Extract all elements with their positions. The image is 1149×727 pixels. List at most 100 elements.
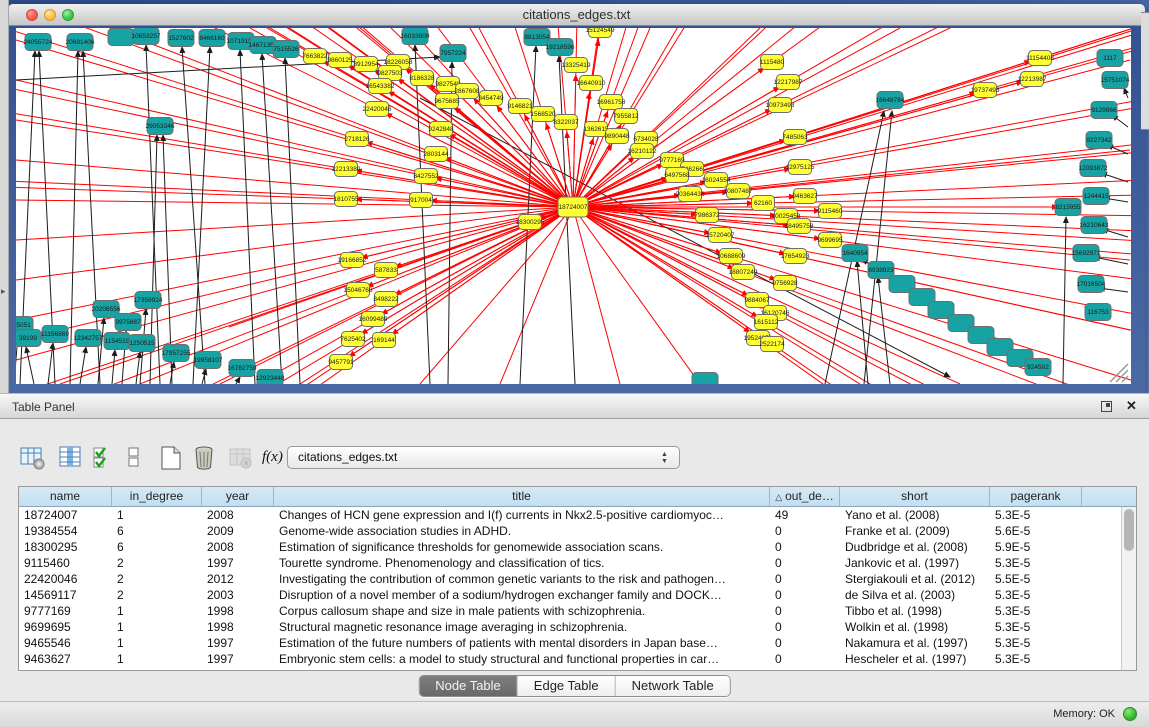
svg-text:18226058: 18226058	[384, 59, 413, 66]
svg-text:15751074: 15751074	[1101, 77, 1130, 84]
table-panel-body: f(x) citations_edges.txt ▲▼ namein_degre…	[0, 419, 1149, 727]
delete-column-button[interactable]	[192, 445, 218, 471]
svg-text:8498222: 8498222	[373, 296, 399, 303]
table-row[interactable]: 946362711997Embryonic stem cells: a mode…	[19, 651, 1121, 667]
column-header[interactable]: in_degree	[112, 487, 202, 506]
table-row[interactable]: 1456911722003Disruption of a novel membe…	[19, 587, 1121, 603]
show-columns-button[interactable]	[58, 445, 84, 471]
column-header[interactable]: short	[840, 487, 990, 506]
table-toolbar: f(x) citations_edges.txt ▲▼	[0, 445, 1149, 475]
column-header[interactable]: △out_de…	[770, 487, 840, 506]
close-panel-icon[interactable]: ✕	[1126, 398, 1137, 414]
table-row[interactable]: 1872400712008Changes of HCN gene express…	[19, 507, 1121, 523]
vertical-scrollbar[interactable]	[1121, 507, 1136, 670]
table-cell: Estimation of the future numbers of pati…	[274, 635, 770, 651]
delete-table-button[interactable]	[228, 445, 254, 471]
table-mode-button[interactable]	[20, 445, 46, 471]
tab-node-table[interactable]: Node Table	[419, 676, 518, 696]
network-graph[interactable]: 2405572420691406106532571527602846616010…	[16, 28, 1131, 384]
table-cell: Corpus callosum shape and size in male p…	[274, 603, 770, 619]
table-row[interactable]: 977716911998Corpus callosum shape and si…	[19, 603, 1121, 619]
svg-text:10653257: 10653257	[132, 33, 161, 40]
table-cell: 5.3E-5	[990, 619, 1082, 635]
table-select-dropdown[interactable]: citations_edges.txt ▲▼	[287, 446, 680, 469]
svg-text:16210643: 16210643	[1080, 222, 1109, 229]
column-header[interactable]: name	[19, 487, 112, 506]
table-cell: 1998	[202, 619, 274, 635]
svg-text:16210122: 16210122	[628, 148, 657, 155]
table-row[interactable]: 1830029562008Estimation of significance …	[19, 539, 1121, 555]
table-cell: 1997	[202, 635, 274, 651]
table-cell: 5.3E-5	[990, 587, 1082, 603]
svg-text:24055724: 24055724	[24, 39, 53, 46]
svg-text:1527602: 1527602	[168, 35, 194, 42]
table-cell: 1	[112, 603, 202, 619]
svg-text:1117: 1117	[1103, 55, 1117, 62]
svg-text:15720407: 15720407	[706, 232, 735, 239]
svg-text:2867608: 2867608	[454, 88, 480, 95]
svg-text:835051: 835051	[16, 322, 31, 329]
svg-text:9884067: 9884067	[744, 297, 770, 304]
memory-ok-icon[interactable]	[1123, 707, 1137, 721]
svg-text:7625402: 7625402	[340, 336, 366, 343]
column-header[interactable]: year	[202, 487, 274, 506]
svg-text:8912954: 8912954	[353, 61, 379, 68]
tab-edge-table[interactable]: Edge Table	[518, 676, 616, 696]
svg-text:18724007: 18724007	[559, 204, 588, 211]
table-cell: 5.9E-5	[990, 539, 1082, 555]
scrollbar-thumb[interactable]	[1124, 509, 1134, 551]
table-row[interactable]: 911546021997Tourette syndrome. Phenomeno…	[19, 555, 1121, 571]
svg-text:6497568: 6497568	[664, 172, 690, 179]
svg-text:16961758: 16961758	[597, 99, 626, 106]
svg-text:9463627: 9463627	[792, 193, 818, 200]
graph-node[interactable]	[108, 29, 134, 46]
table-cell: 5.3E-5	[990, 555, 1082, 571]
svg-text:1615112: 1615112	[754, 319, 779, 326]
function-builder-button[interactable]: f(x)	[262, 445, 288, 471]
create-column-button[interactable]	[158, 445, 184, 471]
table-row[interactable]: 2242004622012Investigating the contribut…	[19, 571, 1121, 587]
graph-node[interactable]	[692, 373, 718, 385]
svg-text:16033809: 16033809	[401, 33, 430, 40]
table-row[interactable]: 1938455462009Genome-wide association stu…	[19, 523, 1121, 539]
svg-text:8322037: 8322037	[553, 119, 579, 126]
svg-text:9129966: 9129966	[1091, 107, 1117, 114]
table-cell: 1	[112, 651, 202, 667]
svg-text:8215955: 8215955	[1055, 204, 1081, 211]
desktop-background: citations_edges.txt 24055724206914061065…	[0, 0, 1149, 393]
unselect-all-columns-button[interactable]	[122, 445, 148, 471]
table-row[interactable]: 969969511998Structural magnetic resonanc…	[19, 619, 1121, 635]
table-cell: 9699695	[19, 619, 112, 635]
svg-text:15692971: 15692971	[1072, 250, 1101, 257]
table-cell: 0	[770, 619, 840, 635]
select-all-columns-button[interactable]	[92, 445, 118, 471]
sort-ascending-icon: △	[775, 492, 782, 502]
network-canvas[interactable]: 2405572420691406106532571527602846616010…	[16, 28, 1131, 384]
svg-text:116753: 116753	[1087, 309, 1109, 316]
table-cell: 0	[770, 539, 840, 555]
table-cell: Structural magnetic resonance image aver…	[274, 619, 770, 635]
table-cell: 2008	[202, 507, 274, 523]
tab-network-table[interactable]: Network Table	[616, 676, 730, 696]
column-header[interactable]: title	[274, 487, 770, 506]
svg-text:11154408: 11154408	[1026, 55, 1054, 62]
svg-text:12923448: 12923448	[256, 375, 285, 382]
svg-text:9675685: 9675685	[434, 98, 460, 105]
network-view-window: citations_edges.txt 24055724206914061065…	[8, 4, 1145, 393]
table-cell: Jankovic et al. (1997)	[840, 555, 990, 571]
resize-grip[interactable]	[1110, 364, 1128, 382]
column-header[interactable]: pagerank	[990, 487, 1082, 506]
svg-text:8938923: 8938923	[868, 267, 894, 274]
svg-text:1640954: 1640954	[842, 250, 868, 257]
svg-text:12093872: 12093872	[1079, 165, 1108, 172]
table-cell: 1997	[202, 651, 274, 667]
table-row[interactable]: 946554611997Estimation of the future num…	[19, 635, 1121, 651]
float-panel-icon[interactable]	[1101, 401, 1112, 412]
collapse-arrow-icon[interactable]: ▸	[1, 286, 6, 297]
window-titlebar[interactable]: citations_edges.txt	[8, 4, 1145, 26]
svg-text:17957255: 17957255	[162, 350, 191, 357]
table-cell: 2	[112, 571, 202, 587]
svg-text:6734028: 6734028	[633, 136, 659, 143]
svg-text:10973493: 10973493	[766, 102, 795, 109]
status-bar: Memory: OK	[0, 701, 1149, 727]
